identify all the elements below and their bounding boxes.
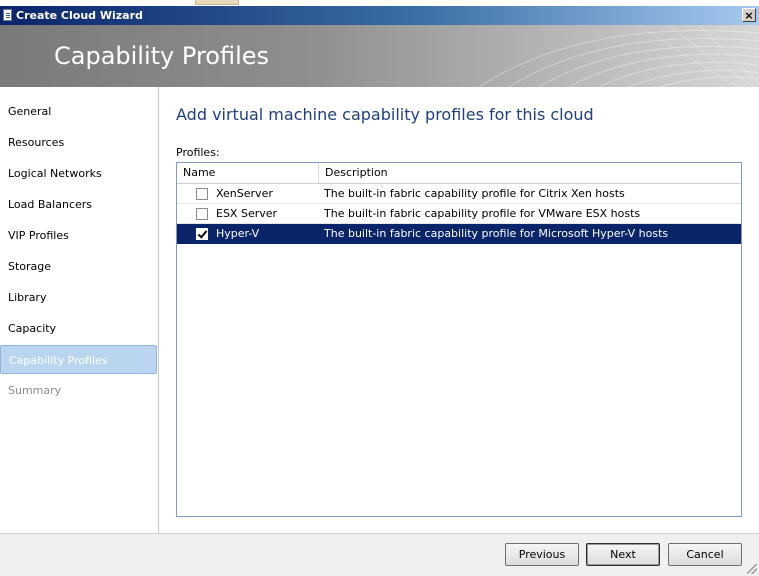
wizard-content: Add virtual machine capability profiles … xyxy=(160,87,759,533)
wizard-steps-sidebar: General Resources Logical Networks Load … xyxy=(0,87,159,533)
previous-button[interactable]: Previous xyxy=(505,543,579,566)
profile-name: XenServer xyxy=(216,187,273,200)
profile-checkbox[interactable] xyxy=(196,208,208,220)
sidebar-item-logical-networks[interactable]: Logical Networks xyxy=(0,159,157,188)
profile-name: ESX Server xyxy=(216,207,278,220)
sidebar-item-library[interactable]: Library xyxy=(0,283,157,312)
banner-title: Capability Profiles xyxy=(54,42,270,70)
wizard-footer: Previous Next Cancel xyxy=(0,533,759,576)
profiles-list[interactable]: Name Description XenServer The built-in … xyxy=(176,162,742,517)
column-header-name[interactable]: Name xyxy=(177,163,319,183)
sidebar-item-capacity[interactable]: Capacity xyxy=(0,314,157,343)
sidebar-item-load-balancers[interactable]: Load Balancers xyxy=(0,190,157,219)
next-button[interactable]: Next xyxy=(586,543,660,566)
profiles-label: Profiles: xyxy=(176,146,220,159)
wizard-app-icon xyxy=(3,9,12,21)
title-bar[interactable]: Create Cloud Wizard × xyxy=(0,6,759,25)
sidebar-item-resources[interactable]: Resources xyxy=(0,128,157,157)
list-header: Name Description xyxy=(177,163,741,184)
column-header-description[interactable]: Description xyxy=(319,163,741,183)
profile-checkbox[interactable] xyxy=(196,188,208,200)
close-button[interactable]: × xyxy=(742,8,756,22)
resize-grip[interactable] xyxy=(747,564,757,574)
profile-checkbox-checked[interactable] xyxy=(196,228,208,240)
profile-row-xenserver[interactable]: XenServer The built-in fabric capability… xyxy=(177,184,741,204)
profile-description: The built-in fabric capability profile f… xyxy=(324,187,625,200)
profile-row-esx-server[interactable]: ESX Server The built-in fabric capabilit… xyxy=(177,204,741,224)
profile-description: The built-in fabric capability profile f… xyxy=(324,227,669,240)
profile-name: Hyper-V xyxy=(216,227,260,240)
background-window-strip xyxy=(0,0,759,5)
window-title: Create Cloud Wizard xyxy=(16,9,143,22)
sidebar-item-capability-profiles[interactable]: Capability Profiles xyxy=(0,345,157,374)
sidebar-item-summary: Summary xyxy=(8,384,62,397)
cancel-button[interactable]: Cancel xyxy=(668,543,742,566)
background-tab xyxy=(195,0,239,5)
sidebar-item-vip-profiles[interactable]: VIP Profiles xyxy=(0,221,157,250)
page-heading: Add virtual machine capability profiles … xyxy=(176,105,594,124)
sidebar-item-general[interactable]: General xyxy=(0,97,157,126)
profile-description: The built-in fabric capability profile f… xyxy=(324,207,641,220)
profile-row-hyper-v[interactable]: Hyper-V The built-in fabric capability p… xyxy=(177,224,741,244)
sidebar-item-storage[interactable]: Storage xyxy=(0,252,157,281)
page-banner: Capability Profiles xyxy=(0,25,759,87)
banner-swirl-graphic xyxy=(478,25,759,87)
